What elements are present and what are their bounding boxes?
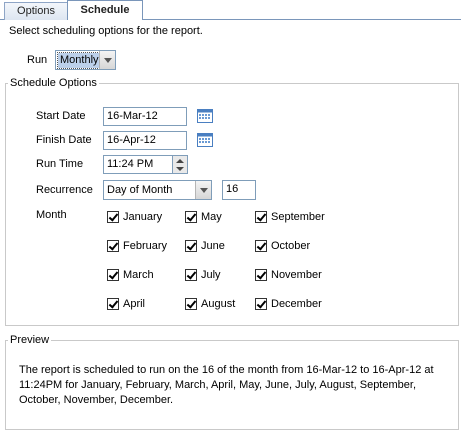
- finish-date-field[interactable]: 16-Apr-12: [103, 131, 187, 150]
- month-checkbox-label: May: [201, 211, 222, 223]
- run-frequency-value: Monthly: [57, 52, 102, 69]
- month-label: Month: [36, 209, 67, 221]
- checkbox-box[interactable]: [107, 211, 119, 223]
- start-date-label: Start Date: [36, 110, 86, 122]
- calendar-icon[interactable]: [197, 108, 213, 123]
- month-checkbox-label: January: [123, 211, 163, 223]
- recurrence-label: Recurrence: [36, 184, 93, 196]
- spin-up-icon[interactable]: [176, 159, 184, 163]
- recurrence-select[interactable]: Day of Month: [103, 180, 212, 200]
- month-checkbox-label: October: [271, 240, 311, 252]
- checkbox-box[interactable]: [255, 211, 267, 223]
- preview-text: The report is scheduled to run on the 16…: [19, 364, 434, 406]
- run-time-label: Run Time: [36, 158, 84, 170]
- month-checkbox-label: December: [271, 298, 322, 310]
- checkbox-box[interactable]: [185, 269, 197, 281]
- month-checkbox-label: February: [123, 240, 168, 252]
- month-checkbox-label: July: [201, 269, 221, 281]
- checkbox-box[interactable]: [107, 298, 119, 310]
- tab-schedule[interactable]: Schedule: [67, 0, 143, 20]
- recurrence-day-field[interactable]: 16: [222, 180, 256, 200]
- calendar-icon[interactable]: [197, 132, 213, 147]
- month-checkbox-label: August: [201, 298, 236, 310]
- tab-options[interactable]: Options: [4, 2, 68, 20]
- run-frequency-select[interactable]: Monthly: [55, 50, 116, 70]
- run-label: Run: [27, 54, 48, 66]
- checkbox-box[interactable]: [185, 298, 197, 310]
- spin-down-icon[interactable]: [176, 167, 184, 171]
- checkbox-box[interactable]: [185, 211, 197, 223]
- start-date-field[interactable]: 16-Mar-12: [103, 107, 187, 126]
- finish-date-label: Finish Date: [36, 134, 92, 146]
- run-time-field[interactable]: 11:24 PM: [103, 155, 173, 174]
- month-checkbox-label: June: [201, 240, 225, 252]
- checkbox-box[interactable]: [255, 298, 267, 310]
- intro-text: Select scheduling options for the report…: [9, 25, 203, 37]
- chevron-down-icon[interactable]: [99, 51, 115, 69]
- time-spin-buttons[interactable]: [173, 155, 188, 174]
- schedule-options-legend: Schedule Options: [10, 77, 97, 89]
- month-checkbox-label: September: [271, 211, 325, 223]
- month-checkbox-label: March: [123, 269, 154, 281]
- checkbox-box[interactable]: [255, 240, 267, 252]
- tab-strip: Options Schedule: [0, 0, 461, 20]
- recurrence-value: Day of Month: [107, 184, 173, 196]
- month-checkbox-label: November: [271, 269, 322, 281]
- checkbox-box[interactable]: [107, 240, 119, 252]
- preview-legend: Preview: [10, 334, 50, 346]
- checkbox-box[interactable]: [107, 269, 119, 281]
- checkbox-box[interactable]: [255, 269, 267, 281]
- month-checkbox-label: April: [123, 298, 146, 310]
- chevron-down-icon[interactable]: [195, 181, 211, 199]
- checkbox-box[interactable]: [185, 240, 197, 252]
